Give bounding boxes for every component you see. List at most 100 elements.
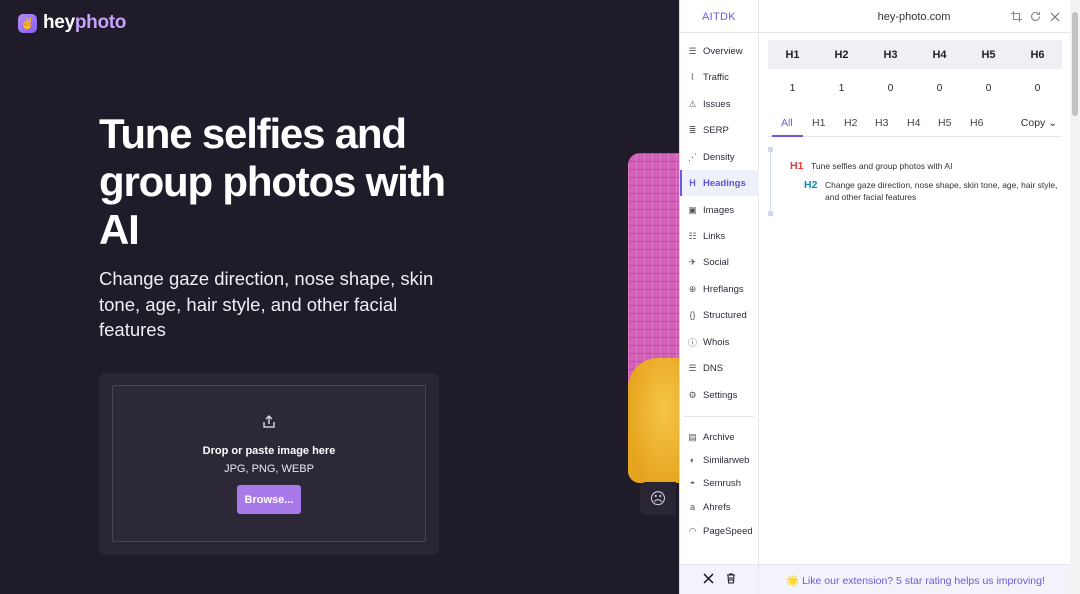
sidebar-item-traffic[interactable]: ⌇ Traffic (680, 64, 759, 90)
tab-h3[interactable]: H3 (875, 117, 888, 129)
sidebar-item-label: Overview (703, 45, 743, 57)
x-logo-icon[interactable] (702, 573, 714, 587)
tree-dot (768, 147, 773, 152)
sidebar-item-label: Similarweb (703, 454, 750, 466)
gear-icon: ⚙ (688, 389, 697, 400)
braces-icon: {} (689, 310, 696, 320)
sidebar-item-hreflangs[interactable]: ⊕ Hreflangs (680, 276, 759, 302)
column-header-h6: H6 (1013, 40, 1062, 69)
sidebar-item-label: DNS (703, 362, 724, 374)
sidebar-item-ahrefs[interactable]: a Ahrefs (680, 494, 759, 520)
sidebar-item-label: Traffic (703, 71, 729, 83)
upload-formats: JPG, PNG, WEBP (224, 463, 314, 475)
rating-prompt[interactable]: 🌟 Like our extension? 5 star rating help… (760, 565, 1071, 594)
footer-actions (680, 565, 759, 594)
tab-h2[interactable]: H2 (844, 117, 857, 129)
count-h4: 0 (936, 82, 943, 94)
column-header-h3: H3 (866, 40, 915, 69)
heading-filter-tabs: Copy ⌄ All H1 H2 H3 H4 H5 H6 (768, 111, 1062, 137)
upload-dropzone[interactable]: Drop or paste image here JPG, PNG, WEBP … (112, 385, 426, 542)
warning-icon: ⚠ (688, 98, 697, 109)
sidebar-item-social[interactable]: ✈ Social (680, 249, 759, 275)
links-icon: ☷ (688, 230, 697, 241)
upload-card: Drop or paste image here JPG, PNG, WEBP … (99, 373, 439, 555)
trash-icon[interactable] (726, 573, 736, 587)
h2-tag: H2 (804, 179, 818, 191)
face-icon[interactable]: ☹ (640, 482, 676, 515)
sidebar-item-headings[interactable]: H Headings (680, 170, 759, 196)
browse-button[interactable]: Browse... (237, 485, 301, 514)
column-header-h1: H1 (768, 40, 817, 69)
nav-divider (684, 416, 754, 417)
upload-instruction: Drop or paste image here (202, 445, 336, 457)
count-h3: 0 (887, 82, 894, 94)
sidebar-item-label: Headings (703, 177, 746, 189)
aitdk-extension-panel: AITDK hey-photo.com ☰ Overview ⌇ Traffic ⚠ Is… (679, 0, 1080, 594)
tree-dot (768, 211, 773, 216)
semrush-icon: ◓ (689, 478, 696, 488)
website-viewport: ✌ heyphoto Tune selfies and group photos… (0, 0, 679, 594)
active-tab-indicator (772, 135, 803, 137)
sidebar-item-label: Social (703, 256, 729, 268)
sidebar-item-links[interactable]: ☷ Links (680, 223, 759, 249)
sidebar-item-label: Density (703, 151, 735, 163)
brand-label: AITDK (680, 0, 759, 33)
copy-dropdown[interactable]: Copy ⌄ (1021, 117, 1057, 129)
sidebar-item-label: Semrush (703, 477, 742, 489)
sidebar-item-semrush[interactable]: ◓ Semrush (680, 470, 759, 496)
count-h2: 1 (838, 82, 845, 94)
serp-icon: ≣ (688, 124, 697, 135)
info-icon: ⓘ (687, 337, 697, 348)
extension-footer: 🌟 Like our extension? 5 star rating help… (680, 564, 1071, 594)
globe-icon: ⊕ (688, 283, 697, 294)
close-icon[interactable] (1048, 10, 1061, 23)
tab-all[interactable]: All (781, 117, 793, 129)
extension-sidebar: ☰ Overview ⌇ Traffic ⚠ Issues ≣ SERP ⋰ Density H He… (680, 33, 759, 564)
h2-text: Change gaze direction, nose shape, skin … (825, 180, 1058, 202)
heyphoto-logo[interactable]: ✌ heyphoto (18, 12, 126, 34)
twitter-bird-icon: ✈ (688, 256, 697, 267)
heading-row-h1[interactable]: H1 Tune selfies and group photos with AI (790, 160, 1050, 172)
sidebar-item-label: Images (703, 204, 735, 216)
scrollbar-thumb[interactable] (1072, 12, 1078, 116)
sidebar-item-label: Links (703, 230, 726, 242)
headings-tree: H1 Tune selfies and group photos with AI… (768, 147, 1062, 227)
tree-line (770, 149, 771, 215)
h1-tag: H1 (790, 160, 804, 172)
sample-photo (628, 153, 679, 483)
sidebar-item-serp[interactable]: ≣ SERP (680, 117, 759, 143)
sidebar-item-settings[interactable]: ⚙ Settings (680, 382, 759, 408)
tab-h1[interactable]: H1 (812, 117, 825, 129)
sidebar-item-overview[interactable]: ☰ Overview (680, 38, 759, 64)
density-icon: ⋰ (688, 151, 697, 162)
sidebar-item-dns[interactable]: ☰ DNS (680, 355, 759, 381)
crop-icon[interactable] (1010, 10, 1023, 23)
column-header-h2: H2 (817, 40, 866, 69)
sidebar-item-label: Ahrefs (703, 501, 731, 513)
h1-text: Tune selfies and group photos with AI (811, 161, 953, 171)
sidebar-item-label: PageSpeed (703, 525, 753, 537)
headings-count-table: H1 H2 H3 H4 H5 H6 1 1 0 0 0 0 (768, 40, 1062, 107)
sidebar-item-issues[interactable]: ⚠ Issues (680, 91, 759, 117)
heading-icon: H (689, 178, 696, 188)
tab-h6[interactable]: H6 (970, 117, 983, 129)
tab-h4[interactable]: H4 (907, 117, 920, 129)
logo-hand-icon: ✌ (18, 13, 37, 33)
sidebar-item-pagespeed[interactable]: ◠ PageSpeed (680, 518, 759, 544)
panel-scrollbar[interactable] (1070, 0, 1080, 594)
extension-topbar: AITDK hey-photo.com (680, 0, 1080, 33)
sidebar-item-images[interactable]: ▣ Images (680, 197, 759, 223)
topbar-actions (1010, 10, 1061, 23)
heading-row-h2[interactable]: H2 Change gaze direction, nose shape, sk… (804, 179, 1060, 203)
speed-icon: ◠ (688, 525, 697, 536)
hero-subtitle: Change gaze direction, nose shape, skin … (99, 268, 434, 340)
yellow-hoodie (628, 358, 679, 483)
sidebar-item-whois[interactable]: ⓘ Whois (680, 329, 759, 355)
sidebar-item-density[interactable]: ⋰ Density (680, 144, 759, 170)
refresh-icon[interactable] (1029, 10, 1042, 23)
tab-h5[interactable]: H5 (938, 117, 951, 129)
ahrefs-icon: a (689, 502, 695, 512)
sidebar-item-structured[interactable]: {} Structured (680, 302, 759, 328)
count-h6: 0 (1034, 82, 1041, 94)
sidebar-item-label: Settings (703, 389, 738, 401)
